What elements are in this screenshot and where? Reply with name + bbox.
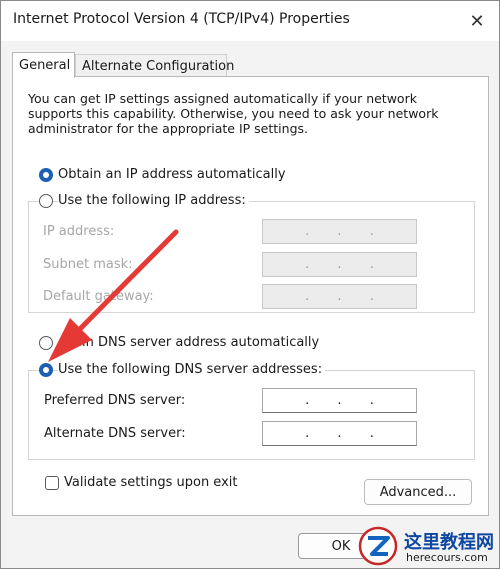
- obtain-dns-auto-label: in DNS server address automatically: [58, 335, 323, 350]
- checkbox-unchecked-icon: [45, 475, 59, 490]
- radio-checked-icon: [39, 167, 53, 182]
- obtain-dns-auto-radio[interactable]: in DNS server address automatically: [39, 335, 323, 350]
- close-icon[interactable]: ✕: [465, 9, 489, 33]
- preferred-dns-label: Preferred DNS server:: [44, 393, 186, 408]
- default-gateway-label: Default gateway:: [43, 289, 154, 304]
- watermark-url: herecours.com: [406, 551, 488, 564]
- watermark: 这里教程网 herecours.com: [352, 526, 500, 569]
- tab-alternate-configuration[interactable]: Alternate Configuration: [75, 54, 234, 77]
- advanced-button[interactable]: Advanced...: [364, 479, 472, 505]
- use-following-dns-radio[interactable]: Use the following DNS server addresses:: [39, 362, 326, 377]
- watermark-logo-icon: [358, 526, 398, 566]
- radio-unchecked-icon: [39, 335, 53, 350]
- description-text: You can get IP settings assigned automat…: [28, 91, 439, 136]
- ipv4-properties-dialog: Internet Protocol Version 4 (TCP/IPv4) P…: [0, 0, 500, 569]
- use-following-ip-label: Use the following IP address:: [58, 193, 249, 208]
- dns-server-group: [28, 370, 475, 460]
- title-bar: Internet Protocol Version 4 (TCP/IPv4) P…: [1, 1, 499, 41]
- ip-address-label: IP address:: [43, 224, 115, 239]
- alternate-dns-field[interactable]: ...: [262, 421, 417, 446]
- alternate-dns-label: Alternate DNS server:: [44, 426, 186, 441]
- window-title: Internet Protocol Version 4 (TCP/IPv4) P…: [13, 11, 350, 27]
- use-following-dns-label: Use the following DNS server addresses:: [58, 362, 326, 377]
- use-following-ip-radio[interactable]: Use the following IP address:: [39, 193, 249, 208]
- tab-general-label: General: [19, 58, 71, 73]
- default-gateway-field[interactable]: ...: [262, 284, 417, 309]
- obtain-ip-auto-radio[interactable]: Obtain an IP address automatically: [39, 167, 289, 182]
- subnet-mask-field[interactable]: ...: [262, 252, 417, 277]
- radio-checked-icon: [39, 362, 53, 377]
- ip-address-field[interactable]: ...: [262, 219, 417, 244]
- tab-general[interactable]: General: [12, 52, 75, 78]
- subnet-mask-label: Subnet mask:: [43, 257, 133, 272]
- obtain-ip-auto-label: Obtain an IP address automatically: [58, 167, 289, 182]
- validate-settings-label: Validate settings upon exit: [64, 475, 238, 490]
- preferred-dns-field[interactable]: ...: [262, 388, 417, 413]
- tab-alternate-label: Alternate Configuration: [82, 58, 235, 74]
- validate-settings-checkbox[interactable]: Validate settings upon exit: [45, 475, 237, 490]
- radio-unchecked-icon: [39, 193, 53, 208]
